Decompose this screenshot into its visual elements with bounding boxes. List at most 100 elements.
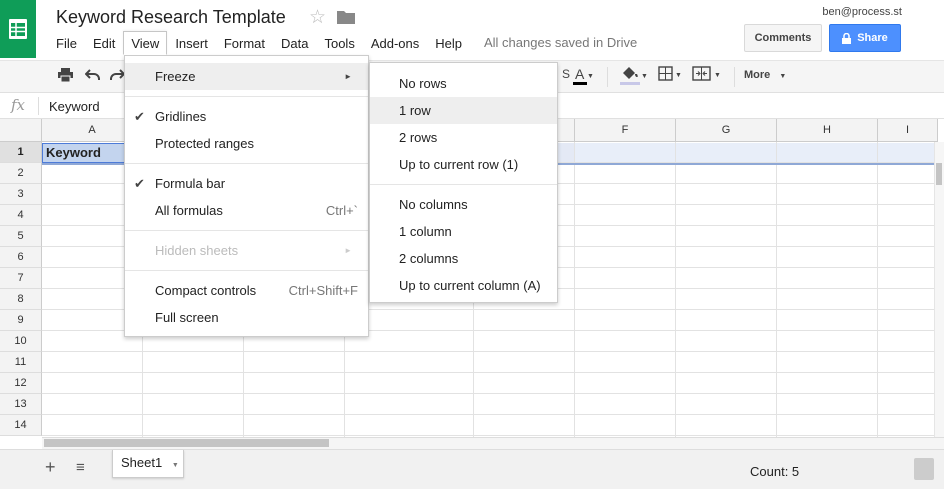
row-header-4[interactable]: 4 <box>0 205 42 226</box>
select-all-corner[interactable] <box>0 119 42 142</box>
row-header-8[interactable]: 8 <box>0 289 42 310</box>
menu-data[interactable]: Data <box>273 31 316 55</box>
row-header-10[interactable]: 10 <box>0 331 42 352</box>
sheets-logo-icon[interactable] <box>0 0 36 58</box>
menu-separator <box>370 184 557 185</box>
more-button[interactable]: More ▼ <box>744 69 786 81</box>
sheet-tab[interactable]: Sheet1 ▼ <box>112 450 184 478</box>
row-header-9[interactable]: 9 <box>0 310 42 331</box>
text-color-icon[interactable]: A ▼ <box>573 65 595 90</box>
vertical-scrollbar-thumb[interactable] <box>936 163 942 185</box>
strikethrough-icon[interactable]: S <box>562 67 570 81</box>
view-menu-protected-ranges[interactable]: Protected ranges <box>125 130 368 157</box>
comments-button[interactable]: Comments <box>744 24 822 52</box>
toolbar-separator <box>607 67 608 87</box>
menu-separator <box>125 163 368 164</box>
header: Keyword Research Template ☆ File Edit Vi… <box>0 0 944 60</box>
view-menu-hidden-sheets: Hidden sheets ► <box>125 237 368 264</box>
svg-text:▼: ▼ <box>714 72 721 79</box>
menu-help[interactable]: Help <box>427 31 470 55</box>
submenu-arrow-icon: ► <box>344 72 352 81</box>
column-header-i[interactable]: I <box>878 119 938 142</box>
count-summary[interactable]: Count: 5 <box>750 464 799 479</box>
view-menu-freeze[interactable]: Freeze ► <box>125 63 368 90</box>
fill-color-icon[interactable]: ▼ <box>620 65 650 90</box>
column-header-g[interactable]: G <box>676 119 777 142</box>
view-menu-compact-controls[interactable]: Compact controls Ctrl+Shift+F <box>125 277 368 304</box>
all-formulas-label: All formulas <box>155 203 223 218</box>
menu-edit[interactable]: Edit <box>85 31 123 55</box>
compact-controls-label: Compact controls <box>155 283 257 298</box>
explore-icon[interactable] <box>914 458 934 480</box>
horizontal-scrollbar-thumb[interactable] <box>44 439 329 447</box>
menu-separator <box>125 230 368 231</box>
menu-separator <box>125 270 368 271</box>
freeze-no-columns[interactable]: No columns <box>370 191 557 218</box>
redo-icon[interactable] <box>110 68 126 84</box>
row-header-13[interactable]: 13 <box>0 394 42 415</box>
view-menu-gridlines[interactable]: ✔ Gridlines <box>125 103 368 130</box>
vertical-scrollbar[interactable] <box>934 142 944 437</box>
menu-view[interactable]: View <box>123 31 168 55</box>
row-1-highlight-rest <box>575 143 935 164</box>
add-sheet-button[interactable]: + <box>45 457 56 478</box>
checkmark-icon: ✔ <box>134 109 145 124</box>
document-title[interactable]: Keyword Research Template <box>56 7 286 28</box>
view-menu-formula-bar[interactable]: ✔ Formula bar <box>125 170 368 197</box>
formula-bar-label: Formula bar <box>155 176 226 191</box>
row-header-3[interactable]: 3 <box>0 184 42 205</box>
column-header-h[interactable]: H <box>777 119 878 142</box>
svg-text:▼: ▼ <box>641 73 648 80</box>
hidden-sheets-label: Hidden sheets <box>155 243 239 258</box>
view-menu-all-formulas[interactable]: All formulas Ctrl+` <box>125 197 368 224</box>
column-header-f[interactable]: F <box>575 119 676 142</box>
freeze-one-row[interactable]: 1 row <box>370 97 557 124</box>
menu-separator <box>125 96 368 97</box>
row-header-5[interactable]: 5 <box>0 226 42 247</box>
row-header-11[interactable]: 11 <box>0 352 42 373</box>
grid-row-line <box>42 393 944 394</box>
all-formulas-shortcut: Ctrl+` <box>325 203 358 218</box>
print-icon[interactable] <box>58 68 73 85</box>
freeze-no-rows[interactable]: No rows <box>370 70 557 97</box>
undo-icon[interactable] <box>84 68 100 84</box>
compact-controls-shortcut: Ctrl+Shift+F <box>288 283 358 298</box>
freeze-one-column[interactable]: 1 column <box>370 218 557 245</box>
user-email[interactable]: ben@process.st <box>822 6 902 18</box>
menu-addons[interactable]: Add-ons <box>363 31 427 55</box>
all-sheets-icon[interactable]: ≡ <box>76 459 85 476</box>
svg-text:▼: ▼ <box>587 73 594 80</box>
folder-icon[interactable] <box>337 10 355 24</box>
menu-insert[interactable]: Insert <box>167 31 216 55</box>
formula-separator <box>38 97 39 115</box>
star-icon[interactable]: ☆ <box>309 6 326 29</box>
formula-input[interactable]: Keyword <box>49 99 100 114</box>
sheet-tab-label: Sheet1 <box>121 455 163 470</box>
grid-row-line <box>42 414 944 415</box>
row-header-2[interactable]: 2 <box>0 163 42 184</box>
freeze-two-columns[interactable]: 2 columns <box>370 245 557 272</box>
row-header-12[interactable]: 12 <box>0 373 42 394</box>
freeze-up-to-current-row[interactable]: Up to current row (1) <box>370 151 557 178</box>
row-header-1[interactable]: 1 <box>0 142 42 163</box>
menu-tools[interactable]: Tools <box>316 31 362 55</box>
gridlines-label: Gridlines <box>155 109 207 124</box>
menu-file[interactable]: File <box>48 31 85 55</box>
share-button[interactable]: Share <box>829 24 901 52</box>
view-menu-full-screen[interactable]: Full screen <box>125 304 368 331</box>
merge-cells-icon[interactable]: ▼ <box>692 66 722 85</box>
grid-row-line <box>42 351 944 352</box>
lock-icon <box>842 32 852 44</box>
borders-icon[interactable]: ▼ <box>658 66 682 85</box>
row-header-6[interactable]: 6 <box>0 247 42 268</box>
more-label: More <box>744 69 771 81</box>
sheet-bar: + ≡ Sheet1 ▼ Count: 5 <box>0 449 944 489</box>
save-status[interactable]: All changes saved in Drive <box>484 35 637 50</box>
row-header-7[interactable]: 7 <box>0 268 42 289</box>
menu-format[interactable]: Format <box>216 31 273 55</box>
share-label: Share <box>857 32 888 44</box>
freeze-two-rows[interactable]: 2 rows <box>370 124 557 151</box>
row-header-14[interactable]: 14 <box>0 415 42 436</box>
freeze-up-to-current-column[interactable]: Up to current column (A) <box>370 272 557 299</box>
chevron-down-icon[interactable]: ▼ <box>172 462 179 469</box>
